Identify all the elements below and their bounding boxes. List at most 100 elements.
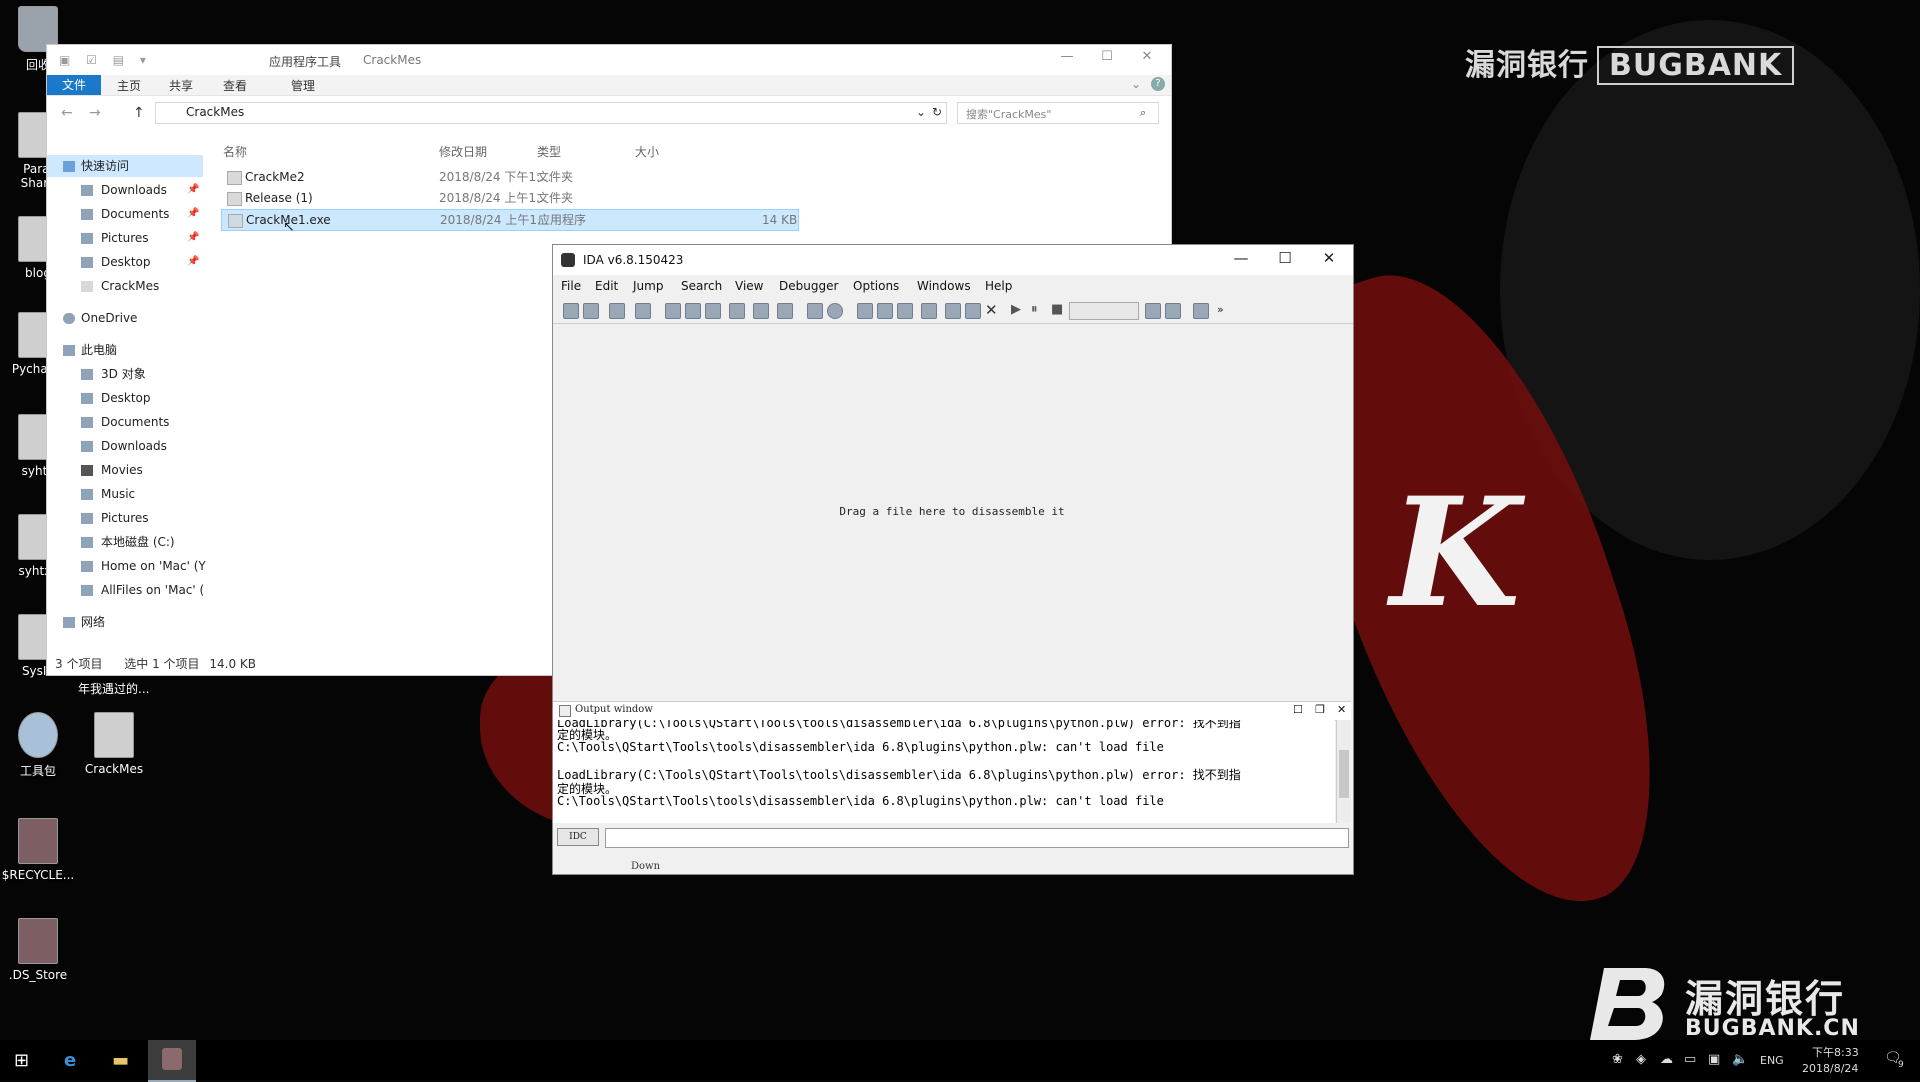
sidebar-item-pc-desktop[interactable]: Desktop [47, 387, 203, 409]
toolbar-icon[interactable] [921, 303, 937, 319]
pin-icon[interactable]: 📌 [187, 203, 199, 225]
column-header-name[interactable]: 名称 [223, 143, 247, 160]
disassembly-area[interactable]: Drag a file here to disassemble it [553, 325, 1351, 700]
sidebar-item-crackmes[interactable]: CrackMes [47, 275, 203, 297]
clock-date[interactable]: 2018/8/24 [1802, 1062, 1858, 1075]
float-icon[interactable]: ❐ [1315, 703, 1325, 716]
sidebar-item-allfiles-mac[interactable]: AllFiles on 'Mac' ( [47, 579, 204, 601]
sidebar-item-network[interactable]: 网络 [47, 611, 203, 633]
toolbar-icon[interactable] [1165, 303, 1181, 319]
toolbar-icon[interactable] [945, 303, 961, 319]
desktop-icon-tools[interactable]: 工具包 [0, 712, 76, 779]
pause-icon[interactable]: ⏸ [1031, 302, 1038, 317]
tab-file[interactable]: 文件 [47, 75, 101, 95]
toolbar-icon[interactable] [807, 303, 823, 319]
delete-icon[interactable]: ✕ [985, 301, 998, 319]
toolbar-icon[interactable] [729, 303, 745, 319]
debugger-select[interactable] [1069, 302, 1139, 320]
sidebar-item-pc-documents[interactable]: Documents [47, 411, 203, 433]
save-icon[interactable] [583, 303, 599, 319]
sidebar-item-pictures[interactable]: Pictures 📌 [47, 227, 203, 249]
up-arrow-icon[interactable]: ↑ [133, 105, 145, 121]
quick-access-toolbar[interactable]: ▣ ☑ ▤ ▾ [59, 53, 152, 67]
ida-taskbar-button[interactable] [148, 1040, 196, 1082]
menu-jump[interactable]: Jump [633, 279, 663, 293]
toolbar-icon[interactable] [705, 303, 721, 319]
volume-icon[interactable]: 🔈 [1732, 1052, 1748, 1067]
toolbar-icon[interactable] [685, 303, 701, 319]
minimize-button[interactable]: — [1219, 249, 1263, 267]
toolbar-icon[interactable] [965, 303, 981, 319]
edge-browser-icon[interactable]: e [64, 1050, 76, 1071]
tab-view[interactable]: 查看 [223, 77, 247, 94]
close-button[interactable]: ✕ [1127, 49, 1167, 64]
maximize-button[interactable]: ☐ [1087, 49, 1127, 64]
refresh-icon[interactable]: ↻ [932, 105, 942, 119]
pin-icon[interactable]: 📌 [187, 179, 199, 201]
desktop-icon-crackmes[interactable]: CrackMes [76, 712, 152, 776]
close-button[interactable]: ✕ [1307, 249, 1351, 267]
sidebar-item-3d-objects[interactable]: 3D 对象 [47, 363, 203, 385]
windows-start-icon[interactable]: ⊞ [14, 1050, 29, 1071]
tab-share[interactable]: 共享 [169, 77, 193, 94]
network-icon[interactable]: ▣ [1708, 1052, 1720, 1067]
onedrive-cloud-icon[interactable]: ☁ [1660, 1052, 1673, 1067]
toolbar-icon[interactable] [665, 303, 681, 319]
desktop-icon-recycle-folder[interactable]: $RECYCLE... [0, 818, 76, 882]
forward-arrow-icon[interactable]: → [89, 105, 101, 121]
toolbar-overflow-icon[interactable]: » [1217, 303, 1224, 316]
menu-file[interactable]: File [561, 279, 581, 293]
sidebar-item-local-disk[interactable]: 本地磁盘 (C:) [47, 531, 203, 553]
idc-command-input[interactable] [605, 828, 1349, 848]
pin-icon[interactable]: 📌 [187, 227, 199, 249]
input-language[interactable]: ENG [1760, 1054, 1784, 1067]
menu-windows[interactable]: Windows [917, 279, 971, 293]
forward-arrow-icon[interactable] [635, 303, 651, 319]
search-input[interactable]: 搜索"CrackMes" ⌕ [957, 102, 1159, 124]
toolbar-icon[interactable] [897, 303, 913, 319]
download-icon[interactable] [753, 303, 769, 319]
battery-icon[interactable]: ▭ [1684, 1052, 1696, 1067]
sidebar-item-movies[interactable]: Movies [47, 459, 203, 481]
sidebar-item-pc-pictures[interactable]: Pictures [47, 507, 203, 529]
sidebar-item-this-pc[interactable]: 此电脑 [47, 339, 203, 361]
pin-icon[interactable]: 📌 [187, 251, 199, 273]
tab-manage[interactable]: 管理 [291, 77, 315, 94]
close-icon[interactable]: ✕ [1337, 703, 1346, 716]
tab-home[interactable]: 主页 [117, 77, 141, 94]
toolbar-icon[interactable] [1193, 303, 1209, 319]
menu-edit[interactable]: Edit [595, 279, 618, 293]
sidebar-item-home-mac[interactable]: Home on 'Mac' (Y [47, 555, 206, 577]
idc-button[interactable]: IDC [557, 828, 599, 846]
toolbar-icon[interactable] [877, 303, 893, 319]
menu-search[interactable]: Search [681, 279, 722, 293]
toolbar-icon[interactable] [1145, 303, 1161, 319]
menu-options[interactable]: Options [853, 279, 899, 293]
globe-icon[interactable] [827, 303, 843, 319]
desktop-icon-ds-store[interactable]: .DS_Store [0, 918, 76, 982]
sidebar-item-downloads[interactable]: Downloads 📌 [47, 179, 203, 201]
back-arrow-icon[interactable]: ← [61, 105, 73, 121]
menu-help[interactable]: Help [985, 279, 1012, 293]
chevron-down-icon[interactable]: ⌄ [916, 105, 926, 119]
search-icon[interactable]: ⌕ [1140, 106, 1146, 120]
clock-time[interactable]: 下午8:33 [1812, 1044, 1859, 1060]
sidebar-item-music[interactable]: Music [47, 483, 203, 505]
file-row-release[interactable]: Release (1) 2018/8/24 上午1... 文件夹 [221, 188, 797, 208]
column-header-type[interactable]: 类型 [537, 143, 561, 160]
menu-debugger[interactable]: Debugger [779, 279, 838, 293]
sidebar-item-quick-access[interactable]: 快速访问 [47, 155, 203, 177]
address-bar[interactable]: CrackMes ⌄ ↻ [155, 102, 947, 124]
stop-icon[interactable]: ■ [1051, 302, 1063, 317]
menu-view[interactable]: View [735, 279, 763, 293]
toolbar-icon[interactable] [777, 303, 793, 319]
maximize-button[interactable]: ☐ [1263, 249, 1307, 267]
open-icon[interactable] [563, 303, 579, 319]
output-scrollbar[interactable] [1336, 720, 1351, 823]
play-icon[interactable]: ▶ [1011, 302, 1021, 317]
scroll-thumb[interactable] [1339, 750, 1349, 798]
output-log[interactable]: LoadLibrary(C:\Tools\QStart\Tools\tools\… [553, 720, 1335, 823]
toolbar-icon[interactable] [857, 303, 873, 319]
sidebar-item-pc-downloads[interactable]: Downloads [47, 435, 203, 457]
sidebar-item-onedrive[interactable]: OneDrive [47, 307, 203, 329]
